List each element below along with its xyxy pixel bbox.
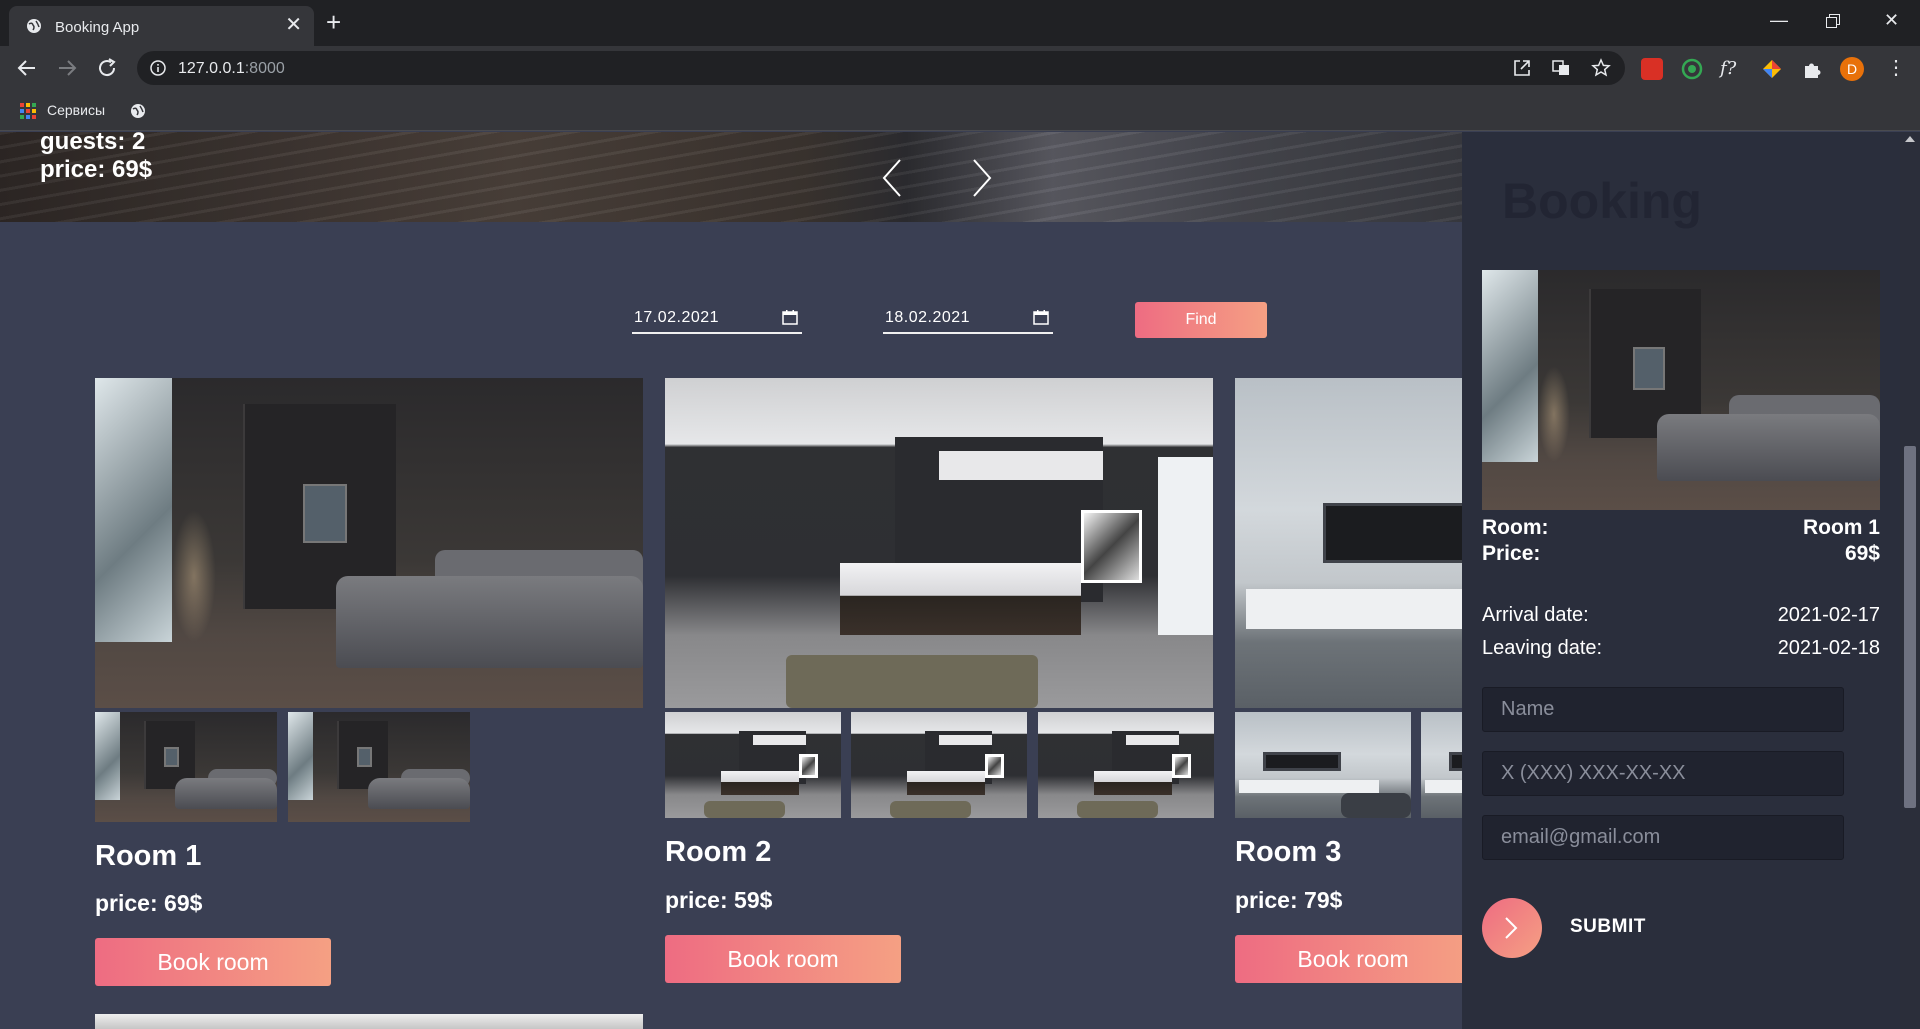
translate-icon[interactable] xyxy=(1551,58,1571,78)
scroll-up-icon[interactable] xyxy=(1905,136,1915,142)
new-tab-icon[interactable]: + xyxy=(326,9,341,35)
leaving-date-input[interactable]: 18.02.2021 xyxy=(883,304,1053,334)
room-thumbnail[interactable] xyxy=(1235,712,1411,818)
room-title: Room 3 xyxy=(1235,836,1342,868)
tab-title: Booking App xyxy=(55,19,140,36)
hero-guests: guests: 2 xyxy=(40,132,146,155)
page-scrollbar[interactable] xyxy=(1900,132,1920,1029)
submit-button[interactable] xyxy=(1482,898,1542,958)
arrival-date-value: 2021-02-17 xyxy=(1777,604,1880,626)
room-price: price: 69$ xyxy=(95,890,203,916)
close-tab-icon[interactable]: ✕ xyxy=(285,15,302,35)
back-icon[interactable] xyxy=(15,56,39,80)
extension-target-icon[interactable] xyxy=(1681,58,1703,80)
room-title: Room 1 xyxy=(95,840,202,872)
room-title: Room 2 xyxy=(665,836,772,868)
room-thumbnail[interactable] xyxy=(665,712,841,818)
calendar-icon[interactable] xyxy=(1033,309,1049,325)
restore-icon[interactable] xyxy=(1826,14,1840,28)
book-room-button[interactable]: Book room xyxy=(1235,935,1471,983)
address-bar[interactable]: 127.0.0.1:8000 xyxy=(137,51,1625,85)
booking-heading: Booking xyxy=(1502,173,1702,229)
booking-room-image xyxy=(1482,270,1880,510)
room-thumbnail[interactable] xyxy=(1038,712,1214,818)
extensions-puzzle-icon[interactable] xyxy=(1801,58,1823,80)
room-thumbnail[interactable] xyxy=(288,712,470,822)
open-in-new-icon[interactable] xyxy=(1512,58,1532,78)
globe-icon xyxy=(27,19,41,33)
booking-panel: Booking Room: Room 1 Price: 69$ Arrival … xyxy=(1462,132,1900,1029)
price-label: Price: xyxy=(1482,542,1541,565)
room-card: Room 1 price: 69$ Book room xyxy=(95,378,645,1029)
reload-icon[interactable] xyxy=(95,56,119,80)
phone-input[interactable]: X (XXX) XXX-XX-XX xyxy=(1482,751,1844,796)
bookmarks-bar: Сервисы xyxy=(0,91,1920,131)
slider-next-arrow-icon[interactable] xyxy=(970,158,994,198)
browser-toolbar: 127.0.0.1:8000 f? D ⋮ xyxy=(0,46,1920,91)
profile-avatar[interactable]: D xyxy=(1840,57,1864,81)
bookmark-star-icon[interactable] xyxy=(1591,58,1611,78)
room-main-image[interactable] xyxy=(95,378,643,708)
arrival-date-value: 17.02.2021 xyxy=(634,309,720,326)
email-input[interactable]: email@gmail.com xyxy=(1482,815,1844,860)
room-label: Room: xyxy=(1482,516,1549,539)
browser-tab[interactable]: Booking App ✕ xyxy=(9,6,314,46)
extension-formula-icon[interactable]: f? xyxy=(1720,58,1742,80)
find-button[interactable]: Find xyxy=(1135,302,1267,338)
forward-icon[interactable] xyxy=(55,56,79,80)
submit-label[interactable]: SUBMIT xyxy=(1570,916,1646,938)
page-viewport: guests: 2 price: 69$ 17.02.2021 18.02.20… xyxy=(0,132,1920,1029)
info-icon[interactable] xyxy=(150,60,166,76)
extension-red-icon[interactable] xyxy=(1641,58,1663,80)
name-input[interactable]: Name xyxy=(1482,687,1844,732)
hero-price: price: 69$ xyxy=(40,156,153,183)
room-main-image[interactable] xyxy=(665,378,1213,708)
menu-dots-icon[interactable]: ⋮ xyxy=(1886,56,1906,80)
room-thumbnail[interactable] xyxy=(95,712,277,822)
extension-color-icon[interactable] xyxy=(1761,58,1783,80)
price-value: 69$ xyxy=(1844,542,1880,565)
room-price: price: 59$ xyxy=(665,887,773,913)
hero-slider: guests: 2 price: 69$ xyxy=(0,132,1462,222)
next-room-image-edge xyxy=(95,1014,643,1029)
book-room-button[interactable]: Book room xyxy=(95,938,331,986)
minimize-icon[interactable]: — xyxy=(1770,10,1788,31)
url-text: 127.0.0.1:8000 xyxy=(178,60,285,77)
leaving-date-label: Leaving date: xyxy=(1482,637,1603,659)
room-value: Room 1 xyxy=(1802,516,1880,539)
room-thumbnails xyxy=(665,712,1215,822)
chevron-right-icon xyxy=(1505,917,1518,939)
slider-prev-arrow-icon[interactable] xyxy=(880,158,904,198)
globe-icon[interactable] xyxy=(130,103,146,119)
calendar-icon[interactable] xyxy=(782,309,798,325)
apps-grid-icon[interactable] xyxy=(20,103,36,119)
room-price: price: 79$ xyxy=(1235,887,1343,913)
room-thumbnail[interactable] xyxy=(851,712,1027,818)
bookmark-services[interactable]: Сервисы xyxy=(47,102,105,118)
arrival-date-label: Arrival date: xyxy=(1482,604,1589,626)
room-thumbnails xyxy=(95,712,645,822)
scroll-thumb[interactable] xyxy=(1904,446,1916,808)
leaving-date-value: 2021-02-18 xyxy=(1777,637,1880,659)
hero-caption: guests: 2 price: 69$ xyxy=(40,132,152,184)
close-window-icon[interactable]: ✕ xyxy=(1884,10,1899,31)
book-room-button[interactable]: Book room xyxy=(665,935,901,983)
room-card: Room 2 price: 59$ Book room xyxy=(665,378,1215,1029)
leaving-date-value: 18.02.2021 xyxy=(885,309,971,326)
browser-tab-strip: Booking App ✕ + — ✕ xyxy=(0,0,1920,46)
arrival-date-input[interactable]: 17.02.2021 xyxy=(632,304,802,334)
